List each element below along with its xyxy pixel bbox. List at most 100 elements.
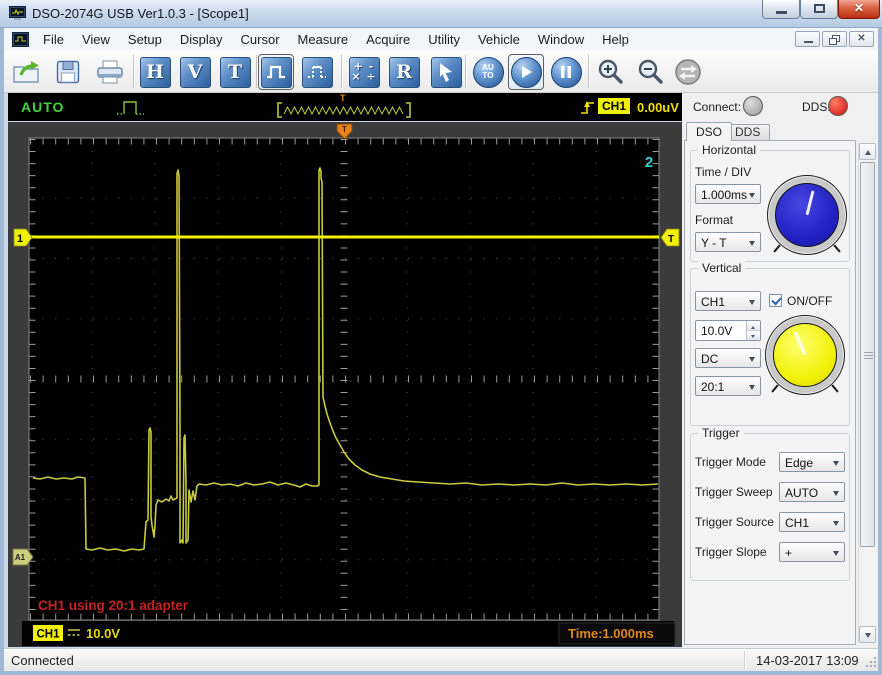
menu-window[interactable]: Window [529,30,593,49]
menu-file[interactable]: File [34,30,73,49]
mdi-close-button[interactable]: ✕ [849,31,874,47]
vertical-group-title: Vertical [698,261,746,275]
play-icon [510,56,542,88]
trigger-sweep-select[interactable]: AUTO [779,482,845,502]
reference-button[interactable]: R [386,54,422,90]
pulse-mode-button[interactable] [258,54,294,90]
ch1-scale-channel: CH1 [36,629,60,641]
menu-view[interactable]: View [73,30,119,49]
math-operations-icon: + - × ÷ [348,56,380,88]
format-select[interactable]: Y - T [695,232,761,252]
pulse-wave-icon [260,56,292,88]
datetime-display: 14-03-2017 13:09 [756,653,859,668]
menu-acquire[interactable]: Acquire [357,30,419,49]
menu-cursor[interactable]: Cursor [232,30,289,49]
statusbar-separator [744,651,745,669]
mdi-restore-button[interactable] [822,31,847,47]
menu-setup[interactable]: Setup [119,30,171,49]
v-letter-icon: V [179,56,211,88]
time-div-label: Time / DIV [695,165,752,179]
scrollbar-thumb[interactable] [860,162,875,547]
scope-document-icon[interactable] [12,31,29,47]
connect-label: Connect: [693,100,742,114]
tab-dso[interactable]: DSO [686,122,733,141]
trigger-source-select[interactable]: CH1 [779,512,845,532]
zoom-in-button[interactable] [592,54,628,90]
probe-select[interactable]: 20:1 [695,376,761,396]
panel-scrollbar[interactable] [858,143,876,643]
app-icon [9,6,26,20]
trigger-level-value: 0.00uV [637,100,679,115]
window-minimize-button[interactable] [762,0,800,19]
window-close-button[interactable]: ✕ [838,0,880,19]
time-div-select[interactable]: 1.000ms [695,184,761,204]
window-maximize-button[interactable] [800,0,838,19]
menu-bar: File View Setup Display Cursor Measure A… [4,28,878,50]
chevron-down-icon [751,334,755,340]
dds-label: DDS: [802,100,831,114]
toolbar-separator [465,55,466,88]
chevron-down-icon [833,521,839,529]
print-button[interactable] [92,54,128,90]
zoom-out-button[interactable] [632,54,668,90]
trigger-mode-label: Trigger Mode [695,455,766,469]
save-floppy-icon [56,60,80,84]
chevron-down-icon [749,193,755,201]
trigger-mode-select[interactable]: Edge [779,452,845,472]
swap-button[interactable] [670,54,706,90]
save-button[interactable] [50,54,86,90]
format-label: Format [695,213,734,227]
stepper-up-button[interactable] [747,321,760,331]
stepper-down-button[interactable] [747,330,760,340]
run-button[interactable] [508,54,544,90]
channel-select[interactable]: CH1 [695,291,761,311]
acquisition-strip: AUTO T CH1 0.00uV [8,93,682,121]
dds-led [828,96,848,116]
coupling-select[interactable]: DC [695,348,761,368]
trigger-system-button[interactable]: T [217,54,253,90]
open-button[interactable] [8,54,44,90]
trigger-slope-select[interactable]: + [779,542,845,562]
menu-measure[interactable]: Measure [289,30,358,49]
onoff-checkbox[interactable] [769,294,782,307]
horizontal-system-button[interactable]: H [137,54,173,90]
record-window-preview[interactable]: T [276,93,412,120]
scroll-up-button[interactable] [859,143,876,160]
trigger-slope-label: Trigger Slope [695,545,767,559]
menu-help[interactable]: Help [593,30,638,49]
pause-button[interactable] [548,54,584,90]
menu-vehicle[interactable]: Vehicle [469,30,529,49]
trigger-level-marker-label: T [668,234,674,245]
maximize-icon [814,4,825,13]
menu-display[interactable]: Display [171,30,232,49]
volts-div-stepper[interactable]: 10.0V [695,320,761,341]
vertical-group: Vertical CH1 ON/OFF 10.0V DC 20:1 [690,261,850,426]
zoom-out-icon [638,59,663,84]
chevron-down-icon [865,633,871,641]
mdi-minimize-button[interactable] [795,31,820,47]
acquisition-mode-label: AUTO [21,99,65,115]
vertical-position-knob[interactable] [765,315,845,395]
status-bar: Connected 14-03-2017 13:09 [4,648,878,671]
h-letter-icon: H [139,56,171,88]
math-button[interactable]: + - × ÷ [346,54,382,90]
pulse-dashed-mode-button[interactable] [299,54,335,90]
resize-grip[interactable] [864,657,876,669]
autoset-button[interactable]: AU TO [470,54,506,90]
pulse-dashed-icon [301,56,333,88]
menu-utility[interactable]: Utility [419,30,469,49]
onoff-label: ON/OFF [787,294,833,308]
toolbar-separator [341,55,342,88]
chevron-up-icon [751,324,755,329]
horizontal-position-knob[interactable] [767,175,847,255]
chevron-down-icon [833,491,839,499]
connection-status: Connected [11,653,74,668]
trigger-channel-badge: CH1 [598,98,631,114]
adapter-note: CH1 using 20:1 adapter [38,598,189,613]
chevron-down-icon [749,241,755,249]
scope-display[interactable]: 1 T T A1 2 CH1 using 20:1 adapter CH1 10… [8,122,682,647]
scroll-down-button[interactable] [859,626,876,643]
cursor-tool-button[interactable] [428,54,464,90]
vertical-system-button[interactable]: V [177,54,213,90]
ch1-scale-value: 10.0V [86,626,120,641]
